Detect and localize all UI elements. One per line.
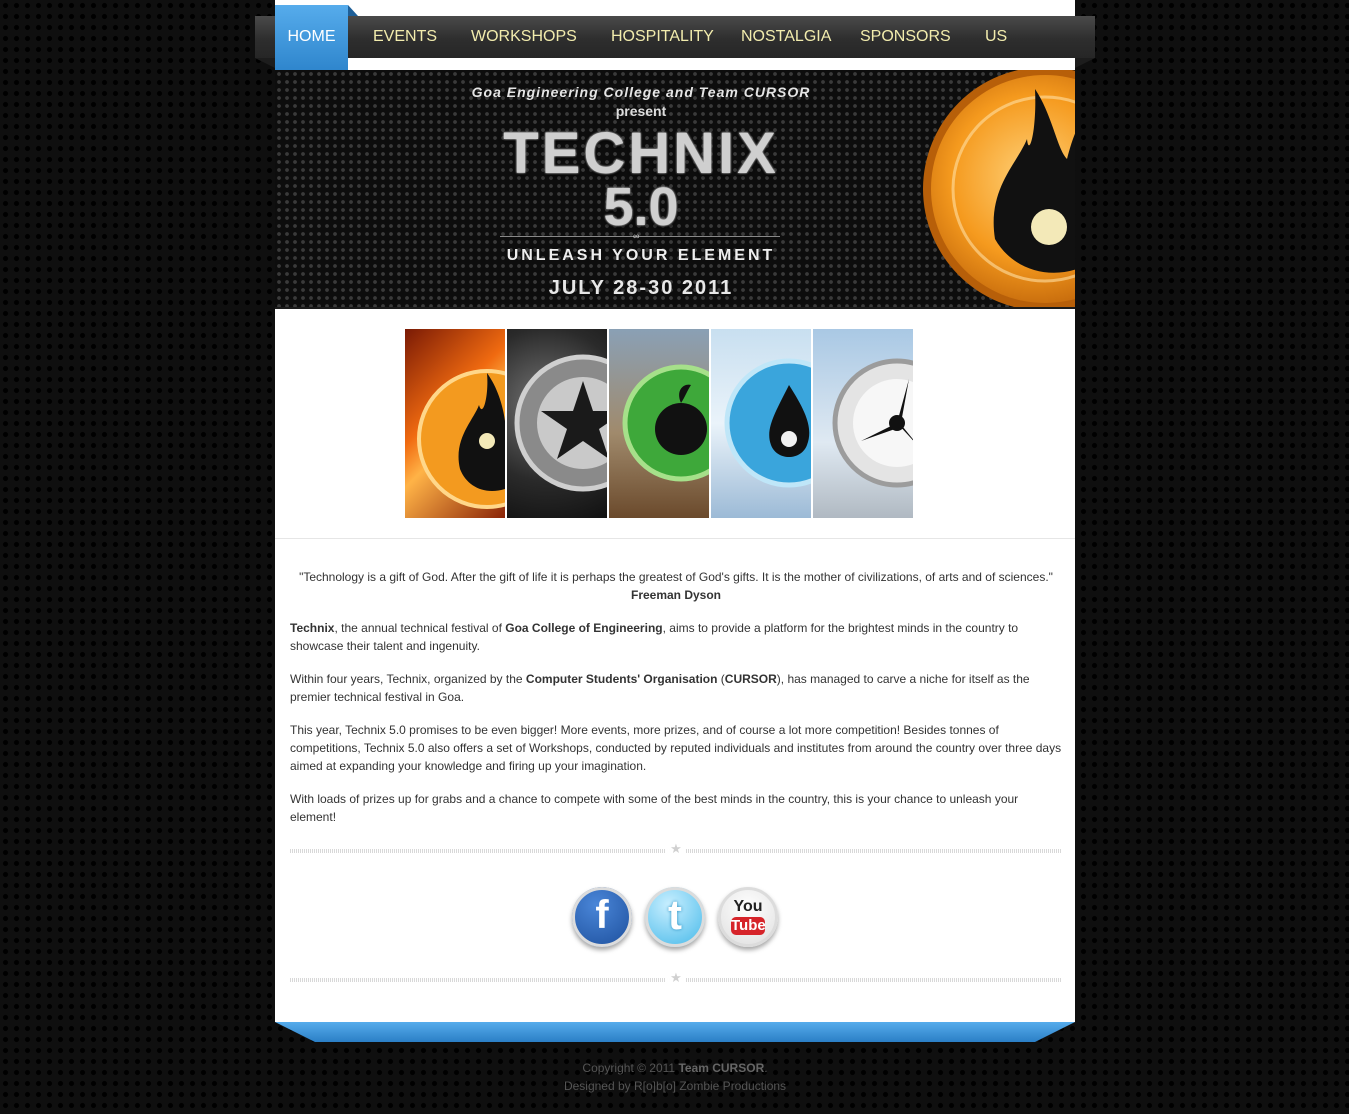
about-paragraph-3: This year, Technix 5.0 promises to be ev…: [290, 723, 1062, 773]
star-divider-top: ★: [290, 841, 1062, 856]
cursor-highlight: CURSOR: [724, 672, 777, 686]
banner-version: 5.0: [603, 177, 679, 237]
quote-text: "Technology is a gift of God. After the …: [299, 570, 1053, 584]
about-p2-text: Within four years, Technix, organized by…: [290, 672, 526, 686]
nav-item-home-label: HOME: [287, 28, 336, 45]
element-tiles: [405, 329, 913, 518]
nav-active-fold: [348, 5, 358, 16]
copyright-team: Team CURSOR: [678, 1061, 765, 1075]
facebook-button[interactable]: f: [572, 887, 632, 947]
banner-bottom-border: [275, 307, 1075, 309]
youtube-icon-bottom: Tube: [731, 917, 766, 935]
fire-emblem-icon: [417, 369, 505, 509]
nav-item-nostalgia[interactable]: NOSTALGIA: [741, 16, 831, 58]
air-emblem-icon: [832, 358, 913, 488]
nav-fold-left: [255, 58, 275, 68]
star-divider-bottom: ★: [290, 970, 1062, 985]
nav-item-hospitality[interactable]: HOSPITALITY: [611, 16, 714, 58]
quote-author: Freeman Dyson: [630, 588, 722, 602]
about-p1-text: , the annual technical festival of: [334, 621, 506, 635]
banner-presenter: Goa Engineering College and Team CURSOR: [471, 84, 811, 100]
about-paragraph-2: Within four years, Technix, organized by…: [290, 670, 1062, 706]
space-emblem-tile: [507, 329, 607, 518]
earth-emblem-icon: [622, 364, 709, 482]
star-emblem-icon: [514, 354, 607, 492]
banner-present: present: [615, 103, 667, 119]
star-icon: ★: [670, 841, 682, 856]
hero-banner: Goa Engineering College and Team CURSOR …: [275, 70, 1075, 308]
footer-copyright: Copyright © 2011 Team CURSOR.: [275, 1061, 1075, 1075]
fire-emblem-tile: [405, 329, 505, 518]
twitter-icon: t: [668, 891, 682, 938]
star-divider-line-left: [290, 849, 666, 853]
copyright-prefix: Copyright © 2011: [582, 1061, 679, 1075]
air-emblem-tile: [813, 329, 913, 518]
nav-item-us[interactable]: US: [985, 16, 1007, 58]
about-paragraph-1: Technix, the annual technical festival o…: [290, 619, 1062, 655]
youtube-button[interactable]: You Tube: [718, 887, 778, 947]
nav-item-workshops[interactable]: WORKSHOPS: [471, 16, 577, 58]
facebook-icon: f: [595, 893, 609, 937]
about-p2-paren: (: [717, 672, 725, 686]
technix-highlight: Technix: [290, 621, 335, 635]
star-icon: ★: [670, 970, 682, 985]
nav-item-home[interactable]: HOME: [275, 5, 348, 70]
star-divider-line-right: [686, 849, 1062, 853]
college-highlight: Goa College of Engineering: [505, 621, 663, 635]
nav-item-events[interactable]: EVENTS: [373, 16, 437, 58]
copyright-suffix: .: [764, 1061, 768, 1075]
twitter-button[interactable]: t: [645, 887, 705, 947]
banner-dates: JULY 28-30 2011: [548, 277, 734, 299]
star-divider-line-left: [290, 978, 666, 982]
water-emblem-icon: [724, 358, 811, 488]
youtube-icon-top: You: [733, 898, 763, 915]
footer-designed-by: Designed by R[o]b[o] Zombie Productions: [563, 1079, 787, 1093]
tiles-divider: [275, 538, 1075, 539]
water-emblem-tile: [711, 329, 811, 518]
earth-emblem-tile: [609, 329, 709, 518]
nav-fold-right: [1075, 58, 1095, 68]
fire-emblem-logo: [923, 70, 1075, 308]
about-paragraph-4: With loads of prizes up for grabs and a …: [290, 792, 1019, 824]
footer-band: [275, 1022, 1075, 1042]
organisation-highlight: Computer Students' Organisation: [525, 672, 718, 686]
nav-item-sponsors[interactable]: SPONSORS: [860, 16, 951, 58]
quote-block: "Technology is a gift of God. After the …: [290, 568, 1062, 604]
banner-tagline: UNLEASH YOUR ELEMENT: [506, 247, 776, 264]
main-content: "Technology is a gift of God. After the …: [290, 568, 1062, 841]
banner-separator-ornament: ∞: [633, 231, 640, 241]
star-divider-line-right: [686, 978, 1062, 982]
banner-separator: [500, 236, 780, 237]
